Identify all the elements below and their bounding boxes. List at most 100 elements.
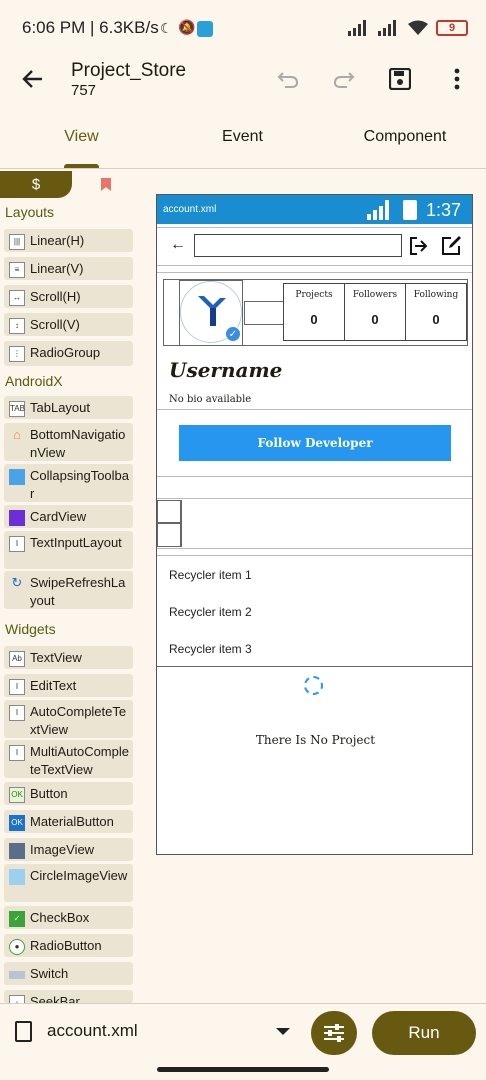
avatar[interactable]: ✓ — [180, 281, 242, 343]
grid-divider — [181, 500, 182, 547]
palette-item-autocompletetextview[interactable]: I AutoCompleteTextView — [4, 700, 133, 738]
palette-item-radiogroup[interactable]: ⋮ RadioGroup — [4, 341, 133, 366]
palette-item-seekbar[interactable]: ◦ SeekBar — [4, 990, 133, 1003]
empty-state-text: There Is No Project — [255, 733, 376, 747]
file-selector[interactable]: account.xml — [47, 1021, 138, 1041]
palette-item-linear-v[interactable]: ≡ Linear(V) — [4, 257, 133, 280]
stat-following[interactable]: Following 0 — [405, 283, 467, 341]
section-layouts: Layouts — [5, 204, 55, 220]
back-arrow-icon — [22, 70, 42, 88]
circle-image-icon — [9, 869, 25, 885]
palette-item-collapsingtoolbar[interactable]: CollapsingToolbar — [4, 464, 133, 502]
edittext-icon: I — [9, 679, 25, 695]
palette-item-switch[interactable]: Switch — [4, 962, 133, 985]
palette-item-scroll-h[interactable]: ↔ Scroll(H) — [4, 285, 133, 308]
palette-item-tablayout[interactable]: TAB TabLayout — [4, 396, 133, 419]
grid-cell — [157, 523, 181, 547]
tune-icon — [324, 1024, 344, 1042]
palette-item-swiperefreshlayout[interactable]: ↻ SwipeRefreshLayout — [4, 571, 133, 609]
stat-followers[interactable]: Followers 0 — [344, 283, 406, 341]
radiogroup-icon: ⋮ — [9, 346, 25, 362]
follow-developer-button[interactable]: Follow Developer — [179, 425, 451, 461]
autocomplete-icon: I — [9, 705, 25, 721]
recycler-item[interactable]: Recycler item 2 — [169, 605, 252, 619]
logout-icon[interactable] — [409, 237, 427, 255]
linear-h-icon: ||| — [9, 234, 25, 250]
palette-item-bottomnavigationview[interactable]: ⌂ BottomNavigationView — [4, 423, 133, 461]
mute-icon: 🔕 — [178, 19, 196, 35]
divider — [157, 409, 472, 410]
stat-value: 0 — [432, 312, 440, 327]
back-button[interactable] — [17, 63, 49, 95]
palette-item-cardview[interactable]: CardView — [4, 505, 133, 528]
run-button[interactable]: Run — [372, 1011, 476, 1055]
tab-view[interactable]: View — [44, 128, 119, 146]
palette-item-edittext[interactable]: I EditText — [4, 674, 133, 697]
settings-button[interactable] — [311, 1011, 357, 1055]
palette-tab-widgets[interactable]: $ — [0, 171, 72, 198]
battery-icon: 9 — [436, 20, 468, 36]
divider — [157, 272, 472, 273]
cardview-icon — [9, 510, 25, 526]
stat-label: Projects — [295, 290, 333, 300]
preview-search-field[interactable] — [194, 234, 402, 257]
palette-item-materialbutton[interactable]: OK MaterialButton — [4, 810, 133, 833]
seekbar-icon: ◦ — [9, 995, 25, 1003]
loading-spinner-icon — [304, 676, 323, 695]
palette-item-textinputlayout[interactable]: I TextInputLayout — [4, 531, 133, 569]
divider — [157, 265, 472, 266]
preview-filename: account.xml — [163, 204, 217, 215]
recycler-item[interactable]: Recycler item 3 — [169, 642, 252, 656]
save-icon — [389, 68, 411, 90]
refresh-icon: ↻ — [11, 575, 23, 590]
wifi-icon — [408, 20, 428, 35]
textinput-icon: I — [9, 536, 25, 552]
layout-preview[interactable]: account.xml 1:37 ← ✓ Projects 0 Follower… — [156, 194, 473, 855]
palette-item-imageview[interactable]: ImageView — [4, 838, 133, 861]
preview-back-icon[interactable]: ← — [170, 236, 186, 254]
status-time: 6:06 PM | 6.3KB/s — [22, 18, 159, 37]
recycler-item[interactable]: Recycler item 1 — [169, 568, 252, 582]
undo-button[interactable] — [272, 63, 304, 95]
stat-projects[interactable]: Projects 0 — [283, 283, 345, 341]
signal-icon-2 — [378, 20, 396, 36]
checkbox-icon: ✓ — [9, 911, 25, 927]
section-widgets: Widgets — [5, 621, 56, 637]
more-vert-icon — [454, 68, 460, 90]
edit-icon[interactable] — [441, 235, 462, 256]
status-right: 9 — [348, 20, 468, 36]
redo-button[interactable] — [328, 63, 360, 95]
save-button[interactable] — [384, 63, 416, 95]
redo-icon — [333, 72, 355, 88]
stat-label: Following — [413, 290, 459, 300]
stat-label: Followers — [352, 290, 398, 300]
tab-icon: TAB — [9, 401, 25, 417]
textview-icon: Ab — [9, 651, 25, 667]
palette-item-linear-h[interactable]: ||| Linear(H) — [4, 229, 133, 252]
palette-item-button[interactable]: OK Button — [4, 782, 133, 805]
section-androidx: AndroidX — [5, 373, 63, 389]
username: Username — [169, 358, 283, 382]
palette-item-textview[interactable]: Ab TextView — [4, 646, 133, 669]
bookmark-icon[interactable] — [101, 178, 111, 191]
palette-item-scroll-v[interactable]: ↕ Scroll(V) — [4, 313, 133, 336]
palette-item-circleimageview[interactable]: CircleImageView — [4, 864, 133, 902]
tab-component[interactable]: Component — [355, 128, 455, 146]
palette-item-checkbox[interactable]: ✓ CheckBox — [4, 906, 133, 929]
toolbar-icon — [9, 469, 25, 485]
bio: No bio available — [169, 394, 252, 405]
divider — [157, 555, 472, 556]
divider — [157, 476, 472, 477]
signal-icon — [348, 20, 366, 36]
logo-icon — [198, 296, 226, 326]
palette-item-radiobutton[interactable]: ● RadioButton — [4, 934, 133, 957]
palette-item-multiautocompletetextview[interactable]: I MultiAutoCompleteTextView — [4, 740, 133, 778]
preview-signal-icon — [367, 200, 389, 220]
switch-icon — [9, 971, 25, 979]
divider — [157, 227, 472, 228]
more-options-button[interactable] — [441, 63, 473, 95]
dropdown-arrow-icon[interactable] — [276, 1028, 290, 1035]
tab-event[interactable]: Event — [205, 128, 280, 146]
moon-icon: ☾ — [160, 20, 173, 36]
file-icon — [15, 1021, 32, 1042]
